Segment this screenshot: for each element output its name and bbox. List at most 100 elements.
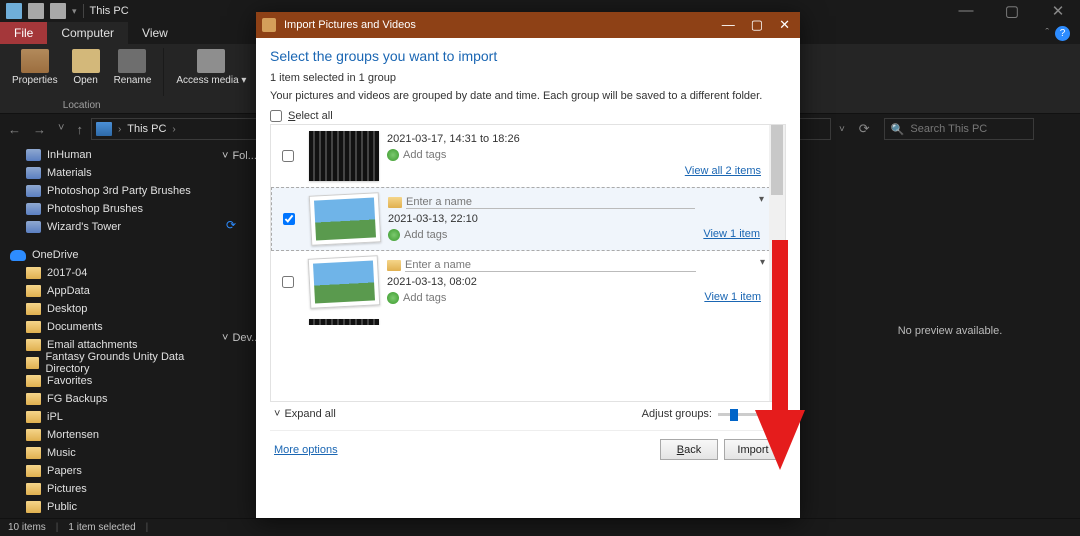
scrollbar[interactable] [769,125,785,401]
folder-icon [26,465,41,477]
sidebar-item[interactable]: Music [0,444,212,462]
minimize-icon[interactable]: — [722,17,739,33]
chevron-right-icon[interactable]: › [172,124,175,135]
add-tags-link[interactable]: Add tags [403,149,446,161]
search-input[interactable]: 🔍 Search This PC [884,118,1034,140]
sidebar-item[interactable]: Fantasy Grounds Unity Data Directory [0,354,212,372]
chevron-down-icon: ˅ [222,332,228,344]
add-tags-link[interactable]: Add tags [403,292,446,304]
group-name-input[interactable]: Enter a name [405,259,696,272]
expand-all-button[interactable]: ˅ Expand all [274,408,336,420]
qat-item-icon[interactable] [50,3,66,19]
close-icon[interactable]: ✕ [1042,2,1074,20]
dialog-heading: Select the groups you want to import [270,48,786,64]
select-all-checkbox[interactable]: Select all [270,110,786,122]
minimize-icon[interactable]: — [950,2,982,20]
properties-button[interactable]: Properties [8,46,62,89]
nav-up-icon[interactable]: ↑ [76,122,83,137]
dialog-title: Import Pictures and Videos [284,19,416,31]
status-count: 10 items [8,522,46,533]
group-checkbox[interactable] [283,213,295,225]
sidebar-item-label: OneDrive [32,249,78,261]
tab-file[interactable]: File [0,22,47,44]
qat-overflow-icon[interactable]: ▾ [72,6,77,17]
sidebar-item[interactable]: Photoshop 3rd Party Brushes [0,182,212,200]
scrollbar-thumb[interactable] [771,125,783,195]
adjust-groups-slider[interactable] [718,413,782,416]
chevron-right-icon[interactable]: › [118,124,121,135]
sidebar-item-label: Desktop [47,303,87,315]
sidebar-item-label: AppData [47,285,90,297]
back-button[interactable]: Back [660,439,718,460]
address-dropdown-icon[interactable]: ˅ [839,124,845,135]
nav-back-icon[interactable]: ← [8,122,21,137]
ribbon-group-label: Location [63,100,101,113]
sidebar-item-label: Documents [47,321,103,333]
sidebar-item[interactable]: Materials [0,164,212,182]
more-options-link[interactable]: More options [274,444,338,456]
sidebar-item[interactable]: Documents [0,318,212,336]
sidebar-item[interactable]: iPL [0,408,212,426]
checkbox[interactable] [270,110,282,122]
quick-access-toolbar: ▾ [6,3,77,19]
sidebar-item[interactable]: Public [0,498,212,516]
preview-message: No preview available. [898,325,1003,337]
help-icon[interactable]: ? [1055,26,1070,41]
sidebar-item-label: FG Backups [47,393,108,405]
refresh-icon[interactable]: ⟳ [853,121,876,137]
group-date: 2021-03-17, 14:31 to 18:26 [387,133,677,145]
tab-view[interactable]: View [128,22,182,44]
sidebar-item[interactable]: Papers [0,462,212,480]
nav-forward-icon[interactable]: → [33,122,46,137]
sidebar-item[interactable]: Mortensen [0,426,212,444]
group-checkbox[interactable] [282,150,294,162]
import-group[interactable] [271,313,785,325]
ribbon-help: ˆ ? [1045,22,1080,44]
folder-icon [26,221,41,233]
sidebar-item[interactable]: 2017-04 [0,264,212,282]
breadcrumb[interactable]: This PC [127,123,166,135]
sidebar-item[interactable]: Pictures [0,480,212,498]
import-group[interactable]: Enter a name 2021-03-13, 08:02 Add tags … [271,251,785,313]
sidebar-item-label: Mortensen [47,429,99,441]
sidebar-item[interactable]: Wizard's Tower [0,218,212,236]
sidebar-item-label: Email attachments [47,339,137,351]
qat-item-icon[interactable] [28,3,44,19]
slider-thumb[interactable] [730,409,738,421]
dialog-titlebar[interactable]: Import Pictures and Videos — ▢ ✕ [256,12,800,38]
ribbon-collapse-icon[interactable]: ˆ [1045,27,1049,39]
chevron-down-icon[interactable]: ▾ [760,257,765,268]
import-button[interactable]: Import [724,439,782,460]
add-tags-link[interactable]: Add tags [404,229,447,241]
maximize-icon[interactable]: ▢ [996,2,1028,20]
folder-icon [26,321,41,333]
sidebar[interactable]: InHumanMaterialsPhotoshop 3rd Party Brus… [0,144,212,518]
sidebar-item-label: 2017-04 [47,267,87,279]
folder-icon [26,285,41,297]
rename-button[interactable]: Rename [110,46,156,89]
chevron-down-icon: ˅ [274,408,280,420]
folder-icon [26,411,41,423]
chevron-down-icon[interactable]: ▾ [759,194,764,205]
dialog-summary: 1 item selected in 1 group [270,72,786,84]
import-group[interactable]: Enter a name 2021-03-13, 22:10 Add tags … [271,187,785,251]
close-icon[interactable]: ✕ [779,17,794,33]
maximize-icon[interactable]: ▢ [751,17,767,33]
sidebar-item[interactable]: InHuman [0,146,212,164]
group-name-input[interactable]: Enter a name [406,196,695,209]
sidebar-item[interactable]: FG Backups [0,390,212,408]
view-items-link[interactable]: View all 2 items [685,165,781,181]
access-media-button[interactable]: Access media ▾ [172,46,250,89]
sidebar-item[interactable]: AppData [0,282,212,300]
nav-history-icon[interactable]: ˅ [58,122,64,137]
sidebar-item[interactable]: Desktop [0,300,212,318]
folder-icon [26,339,41,351]
folder-icon [26,501,41,513]
sidebar-item-onedrive[interactable]: OneDrive [0,246,212,264]
sidebar-item[interactable]: Photoshop Brushes [0,200,212,218]
import-group[interactable]: 2021-03-17, 14:31 to 18:26 Add tags View… [271,125,785,187]
tab-computer[interactable]: Computer [47,22,128,44]
open-button[interactable]: Open [68,46,104,89]
group-checkbox[interactable] [282,276,294,288]
group-list: 2021-03-17, 14:31 to 18:26 Add tags View… [270,124,786,402]
